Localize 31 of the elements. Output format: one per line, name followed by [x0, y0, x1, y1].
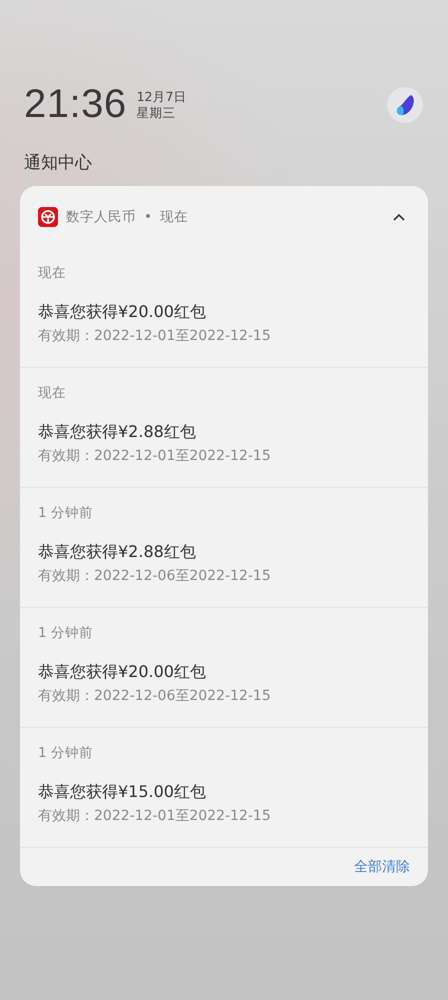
notification-title: 恭喜您获得¥2.88红包 [38, 422, 197, 443]
notification-title: 恭喜您获得¥20.00红包 [38, 662, 207, 683]
notification-item[interactable]: 1 分钟前 恭喜您获得¥20.00红包 有效期：2022-12-06至2022-12-15 [20, 608, 428, 728]
notification-detail: 有效期：2022-12-01至2022-12-15 [38, 447, 272, 465]
notification-detail: 有效期：2022-12-06至2022-12-15 [38, 687, 272, 705]
group-time: 现在 [160, 208, 188, 226]
chevron-icon [393, 213, 405, 221]
clear-all-button[interactable]: 全部清除 [354, 858, 410, 876]
notification-detail: 有效期：2022-12-01至2022-12-15 [38, 327, 272, 345]
notification-item[interactable]: 1 分钟前 恭喜您获得¥2.88红包 有效期：2022-12-06至2022-12-15 [20, 488, 428, 608]
clock-time: 21:36 [24, 82, 127, 127]
notification-item[interactable]: 1 分钟前 恭喜您获得¥15.00红包 有效期：2022-12-01至2022-12-15 [20, 728, 428, 848]
notification-title: 恭喜您获得¥2.88红包 [38, 542, 197, 563]
notification-time: 1 分钟前 [38, 624, 94, 642]
notification-item[interactable]: 现在 恭喜您获得¥2.88红包 有效期：2022-12-01至2022-12-15 [20, 368, 428, 488]
notification-time: 1 分钟前 [38, 744, 94, 762]
notification-time: 现在 [38, 264, 67, 282]
app-name: 数字人民币 [66, 208, 136, 226]
assistant-icon[interactable] [386, 86, 424, 124]
notification-title: 恭喜您获得¥15.00红包 [38, 782, 207, 803]
notification-item[interactable]: 现在 恭喜您获得¥20.00红包 有效期：2022-12-01至2022-12-15 [20, 248, 428, 368]
notification-center-title: 通知中心 [24, 152, 93, 174]
weekday: 星期三 [136, 104, 177, 120]
app-icon [38, 207, 58, 227]
notification-time: 1 分钟前 [38, 504, 94, 522]
separator-dot: • [144, 209, 152, 225]
notification-time: 现在 [38, 384, 67, 402]
notification-detail: 有效期：2022-12-06至2022-12-15 [38, 567, 272, 585]
date: 12月7日 [136, 88, 186, 104]
notification-title: 恭喜您获得¥20.00红包 [38, 302, 207, 323]
notification-detail: 有效期：2022-12-01至2022-12-15 [38, 807, 272, 825]
